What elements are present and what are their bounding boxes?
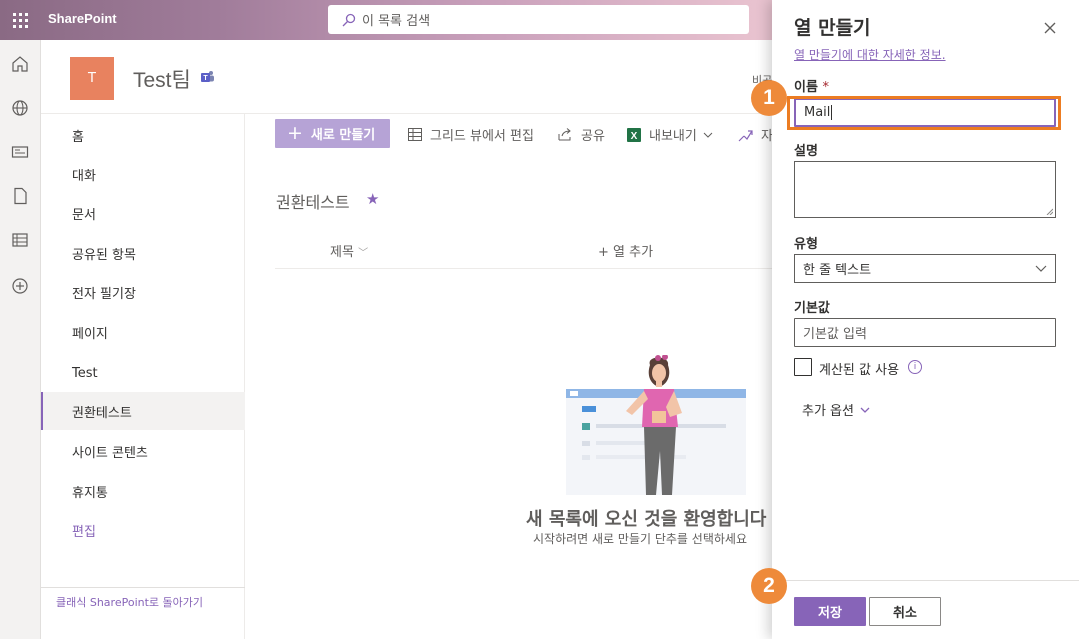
automate-button[interactable]: 자 [738,125,773,144]
automate-icon [738,129,753,141]
info-icon[interactable]: i [908,360,922,374]
chevron-down-icon: ﹀ [358,248,369,259]
default-value-label: 기본값 [794,301,830,316]
add-column-button[interactable]: + 열 추가 [598,241,653,260]
chevron-down-icon [860,407,870,413]
nav-item-documents[interactable]: 문서 [41,194,245,232]
nav-item-test[interactable]: Test [41,354,245,392]
nav-divider [41,587,245,588]
news-icon[interactable] [11,143,29,161]
empty-list-illustration [566,355,746,495]
list-title: 권환테스트 [276,193,350,212]
more-options-toggle[interactable]: 추가 옵션 [802,400,870,419]
svg-text:X: X [631,131,638,142]
chevron-down-icon [1035,265,1047,272]
empty-state-subtitle: 시작하려면 새로 만들기 단추를 선택하세요 [533,532,747,546]
create-icon[interactable] [11,277,29,295]
nav-item-pages[interactable]: 페이지 [41,313,245,351]
search-box[interactable]: 이 목록 검색 [328,5,749,34]
column-header-divider [275,268,781,269]
share-button[interactable]: 공유 [558,125,605,144]
calculated-value-checkbox[interactable] [794,358,812,376]
site-navigation: 홈 대화 문서 공유된 항목 전자 필기장 페이지 Test 권환테스트 사이트… [41,114,245,639]
classic-sharepoint-link[interactable]: 클래식 SharePoint로 돌아가기 [56,594,203,610]
search-icon [342,13,356,26]
description-textarea[interactable] [794,161,1056,218]
globe-icon[interactable] [11,99,29,117]
empty-state-title: 새 목록에 오신 것을 환영합니다 [526,509,767,530]
step-badge-1: 1 [751,80,787,116]
nav-edit-link[interactable]: 편집 [41,511,245,549]
waffle-icon [12,12,28,28]
learn-more-link[interactable]: 열 만들기에 대한 자세한 정보. [794,46,946,63]
teams-icon[interactable]: T [200,70,215,84]
site-title[interactable]: Test팀 [133,64,191,94]
nav-item-site-contents[interactable]: 사이트 콘텐츠 [41,432,245,470]
close-icon[interactable] [1040,18,1060,38]
app-launcher-button[interactable] [0,0,40,40]
calculated-value-label: 계산된 값 사용 [819,363,900,378]
highlight-box [787,96,1061,130]
grid-icon [408,128,422,141]
chevron-down-icon [703,132,713,138]
search-placeholder: 이 목록 검색 [362,14,431,29]
excel-icon: X [627,127,641,142]
export-button[interactable]: X 내보내기 [627,125,713,144]
footer-divider [772,580,1079,581]
step-badge-2: 2 [751,568,787,604]
nav-item-shared[interactable]: 공유된 항목 [41,234,245,272]
grid-edit-button[interactable]: 그리드 뷰에서 편집 [408,125,534,144]
app-bar [0,40,41,639]
star-icon[interactable]: ★ [366,190,379,208]
required-mark: * [822,80,829,95]
panel-title: 열 만들기 [794,17,871,39]
nav-item-home[interactable]: 홈 [41,116,245,154]
name-label: 이름 * [794,80,829,95]
default-value-input[interactable]: 기본값 입력 [794,318,1056,347]
document-icon[interactable] [11,187,29,205]
resize-handle-icon[interactable] [1046,208,1053,215]
nav-item-conversations[interactable]: 대화 [41,155,245,193]
nav-item-recycle-bin[interactable]: 휴지통 [41,472,245,510]
list-icon[interactable] [11,231,29,249]
plus-icon: + [287,122,303,144]
save-button[interactable]: 저장 [794,597,866,626]
description-label: 설명 [794,144,818,159]
type-label: 유형 [794,237,818,252]
home-icon[interactable] [11,55,29,73]
brand-name[interactable]: SharePoint [48,11,117,26]
new-button[interactable]: + 새로 만들기 [275,119,390,148]
site-logo[interactable]: T [70,57,114,100]
nav-item-notebook[interactable]: 전자 필기장 [41,273,245,311]
type-dropdown[interactable]: 한 줄 텍스트 [794,254,1056,283]
share-icon [558,128,571,141]
cancel-button[interactable]: 취소 [869,597,941,626]
column-header-title[interactable]: 제목 ﹀ [330,241,368,260]
nav-item-permission-test[interactable]: 권환테스트 [41,392,245,430]
svg-text:T: T [203,75,208,82]
